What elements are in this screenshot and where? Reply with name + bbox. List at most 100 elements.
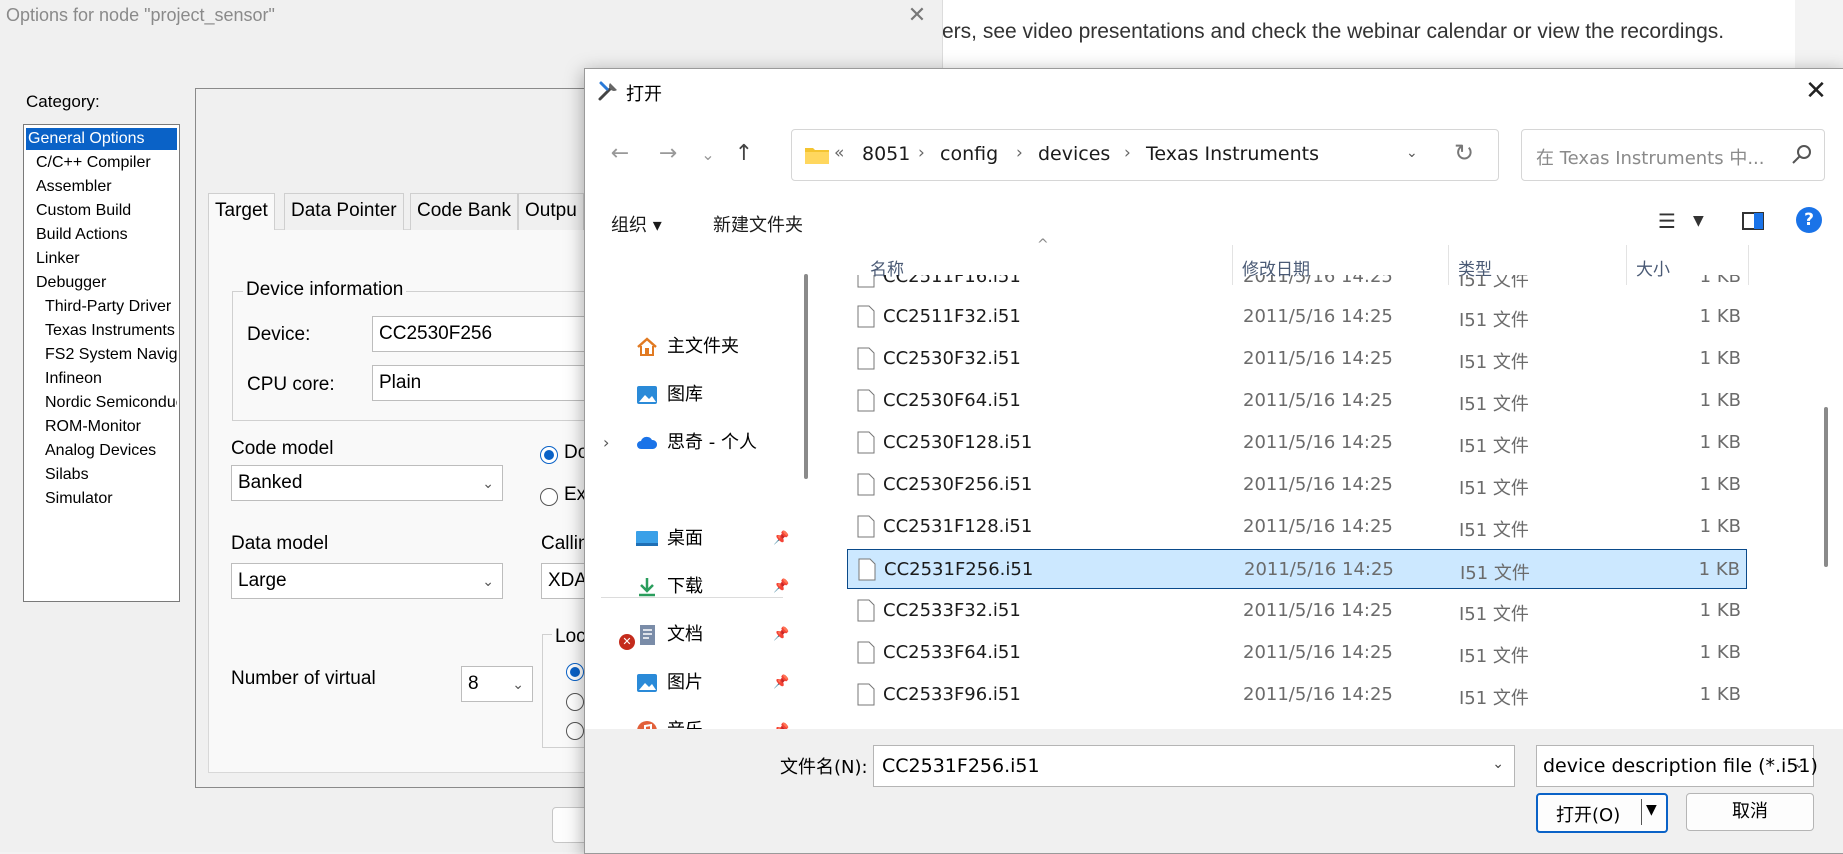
view-dropdown-icon[interactable]: ▼ bbox=[1693, 213, 1704, 229]
category-list[interactable]: General Options C/C++ Compiler Assembler… bbox=[23, 124, 180, 602]
tab-data-pointer[interactable]: Data Pointer bbox=[284, 193, 404, 230]
folder-icon bbox=[805, 148, 829, 164]
file-row[interactable]: CC2530F32.i51 2011/5/16 14:25 I51 文件 1 K… bbox=[847, 339, 1747, 379]
data-model-label: Data model bbox=[231, 533, 329, 554]
category-item[interactable]: Assembler bbox=[36, 176, 176, 198]
nav-scrollbar[interactable] bbox=[804, 274, 808, 479]
forward-arrow-icon[interactable]: → bbox=[653, 141, 683, 166]
file-row[interactable]: CC2533F64.i51 2011/5/16 14:25 I51 文件 1 K… bbox=[847, 633, 1747, 673]
file-row[interactable]: CC2533F32.i51 2011/5/16 14:25 I51 文件 1 K… bbox=[847, 591, 1747, 631]
pin-icon[interactable]: 📌 bbox=[773, 675, 789, 690]
breadcrumb-item[interactable]: Texas Instruments bbox=[1146, 143, 1319, 165]
tab-code-bank[interactable]: Code Bank bbox=[410, 193, 519, 230]
category-item[interactable]: FS2 System Navigator bbox=[45, 344, 177, 366]
pictures-icon bbox=[637, 674, 657, 692]
file-icon bbox=[857, 305, 875, 328]
file-row-selected[interactable]: CC2531F256.i51 2011/5/16 14:25 I51 文件 1 … bbox=[847, 549, 1747, 589]
cpu-core-label: CPU core: bbox=[247, 374, 335, 395]
error-badge-icon: ✕ bbox=[619, 634, 635, 650]
code-model-select[interactable]: Banked ⌄ bbox=[231, 465, 503, 501]
cpu-core-field[interactable]: Plain bbox=[372, 365, 600, 401]
filename-input[interactable]: CC2531F256.i51 ⌄ bbox=[873, 745, 1515, 787]
options-window-title: Options for node "project_sensor" bbox=[6, 5, 275, 25]
dropdown-arrow-icon[interactable]: ▼ bbox=[1646, 802, 1657, 818]
file-icon bbox=[857, 515, 875, 538]
list-view-icon[interactable]: ☰ bbox=[1658, 209, 1676, 233]
breadcrumb-overflow[interactable]: « bbox=[834, 143, 844, 163]
preview-pane-icon[interactable] bbox=[1742, 212, 1764, 230]
category-item[interactable]: Simulator bbox=[45, 488, 177, 510]
expand-chevron-icon[interactable]: › bbox=[603, 433, 609, 452]
virtual-registers-label: Number of virtual bbox=[231, 668, 376, 689]
file-row[interactable]: CC2511F32.i51 2011/5/16 14:25 I51 文件 1 K… bbox=[847, 297, 1747, 337]
category-item[interactable]: ROM-Monitor bbox=[45, 416, 177, 438]
chevron-down-icon[interactable]: ⌄ bbox=[1492, 756, 1504, 772]
device-info-title: Device information bbox=[243, 279, 407, 301]
category-item[interactable]: Texas Instruments bbox=[45, 320, 177, 342]
category-item[interactable]: Build Actions bbox=[36, 224, 176, 246]
location-radio-2[interactable] bbox=[566, 693, 584, 711]
help-icon[interactable]: ? bbox=[1796, 207, 1822, 233]
organize-menu[interactable]: 组织 ▾ bbox=[611, 211, 662, 237]
file-row[interactable]: CC2531F128.i51 2011/5/16 14:25 I51 文件 1 … bbox=[847, 507, 1747, 547]
filename-label: 文件名(N): bbox=[780, 757, 868, 778]
category-item[interactable]: General Options bbox=[26, 128, 177, 150]
category-item[interactable]: Infineon bbox=[45, 368, 177, 390]
file-icon bbox=[858, 558, 876, 581]
file-row[interactable]: CC2530F128.i51 2011/5/16 14:25 I51 文件 1 … bbox=[847, 423, 1747, 463]
search-box[interactable]: 在 Texas Instruments 中... bbox=[1521, 129, 1825, 181]
device-info-group bbox=[232, 291, 594, 421]
data-model-select[interactable]: Large ⌄ bbox=[231, 563, 503, 599]
category-item[interactable]: Third-Party Driver bbox=[45, 296, 177, 318]
new-folder-button[interactable]: 新建文件夹 bbox=[713, 211, 803, 237]
code-model-value: Banked bbox=[238, 472, 303, 493]
file-list-scrollbar[interactable] bbox=[1824, 407, 1828, 567]
code-model-label: Code model bbox=[231, 438, 334, 459]
breadcrumb-item[interactable]: devices bbox=[1038, 143, 1110, 165]
category-item[interactable]: Silabs bbox=[45, 464, 177, 486]
filename-value: CC2531F256.i51 bbox=[882, 755, 1040, 777]
virtual-registers-select[interactable]: 8 ⌄ bbox=[461, 666, 533, 702]
file-row[interactable]: CC2530F256.i51 2011/5/16 14:25 I51 文件 1 … bbox=[847, 465, 1747, 505]
category-label: Category: bbox=[26, 92, 100, 111]
recent-chevron-icon[interactable]: ⌄ bbox=[693, 145, 723, 164]
file-type-filter[interactable]: device description file (*.i51) ⌄ bbox=[1536, 745, 1818, 787]
pin-icon[interactable]: 📌 bbox=[773, 627, 789, 642]
category-item[interactable]: Analog Devices bbox=[45, 440, 177, 462]
radio-extended[interactable] bbox=[540, 488, 558, 506]
category-item[interactable]: Debugger bbox=[36, 272, 176, 294]
file-row[interactable]: CC2511F16.i51 2011/5/16 14:25 I51 文件 1 K… bbox=[847, 275, 1747, 297]
location-radio-1[interactable] bbox=[566, 663, 584, 681]
breadcrumb-item[interactable]: config bbox=[940, 143, 998, 165]
category-item[interactable]: Linker bbox=[36, 248, 176, 270]
tab-target[interactable]: Target bbox=[208, 193, 275, 230]
options-close-button[interactable]: ✕ bbox=[897, 0, 937, 30]
virtual-registers-value: 8 bbox=[468, 673, 479, 694]
category-item[interactable]: C/C++ Compiler bbox=[36, 152, 176, 174]
file-icon bbox=[857, 599, 875, 622]
address-bar[interactable]: « 8051 › config › devices › Texas Instru… bbox=[791, 129, 1499, 181]
pin-icon[interactable]: 📌 bbox=[773, 579, 789, 594]
address-dropdown-icon[interactable]: ⌄ bbox=[1406, 145, 1418, 161]
up-arrow-icon[interactable]: ↑ bbox=[729, 141, 759, 166]
category-item[interactable]: Custom Build bbox=[36, 200, 176, 222]
radio-default[interactable] bbox=[540, 446, 558, 464]
refresh-icon[interactable]: ↻ bbox=[1454, 139, 1474, 167]
back-arrow-icon[interactable]: ← bbox=[605, 141, 635, 166]
calling-convention-label: Callin bbox=[541, 533, 589, 554]
pin-icon[interactable]: 📌 bbox=[773, 531, 789, 546]
tab-output[interactable]: Outpu bbox=[518, 193, 584, 230]
dialog-close-button[interactable]: ✕ bbox=[1795, 71, 1837, 111]
cancel-button[interactable]: 取消 bbox=[1686, 793, 1814, 831]
open-button[interactable]: 打开(O) ▼ bbox=[1536, 793, 1668, 833]
breadcrumb-separator: › bbox=[1124, 143, 1131, 163]
category-item[interactable]: Nordic Semiconductor bbox=[45, 392, 177, 414]
file-row[interactable]: CC2533F96.i51 2011/5/16 14:25 I51 文件 1 K… bbox=[847, 675, 1747, 715]
cloud-icon bbox=[637, 436, 658, 449]
location-radio-3[interactable] bbox=[566, 722, 584, 740]
file-row[interactable]: CC2530F64.i51 2011/5/16 14:25 I51 文件 1 K… bbox=[847, 381, 1747, 421]
chevron-down-icon: ⌄ bbox=[482, 475, 494, 491]
device-field[interactable]: CC2530F256 bbox=[372, 316, 600, 352]
file-icon bbox=[857, 275, 875, 288]
breadcrumb-item[interactable]: 8051 bbox=[862, 143, 910, 165]
